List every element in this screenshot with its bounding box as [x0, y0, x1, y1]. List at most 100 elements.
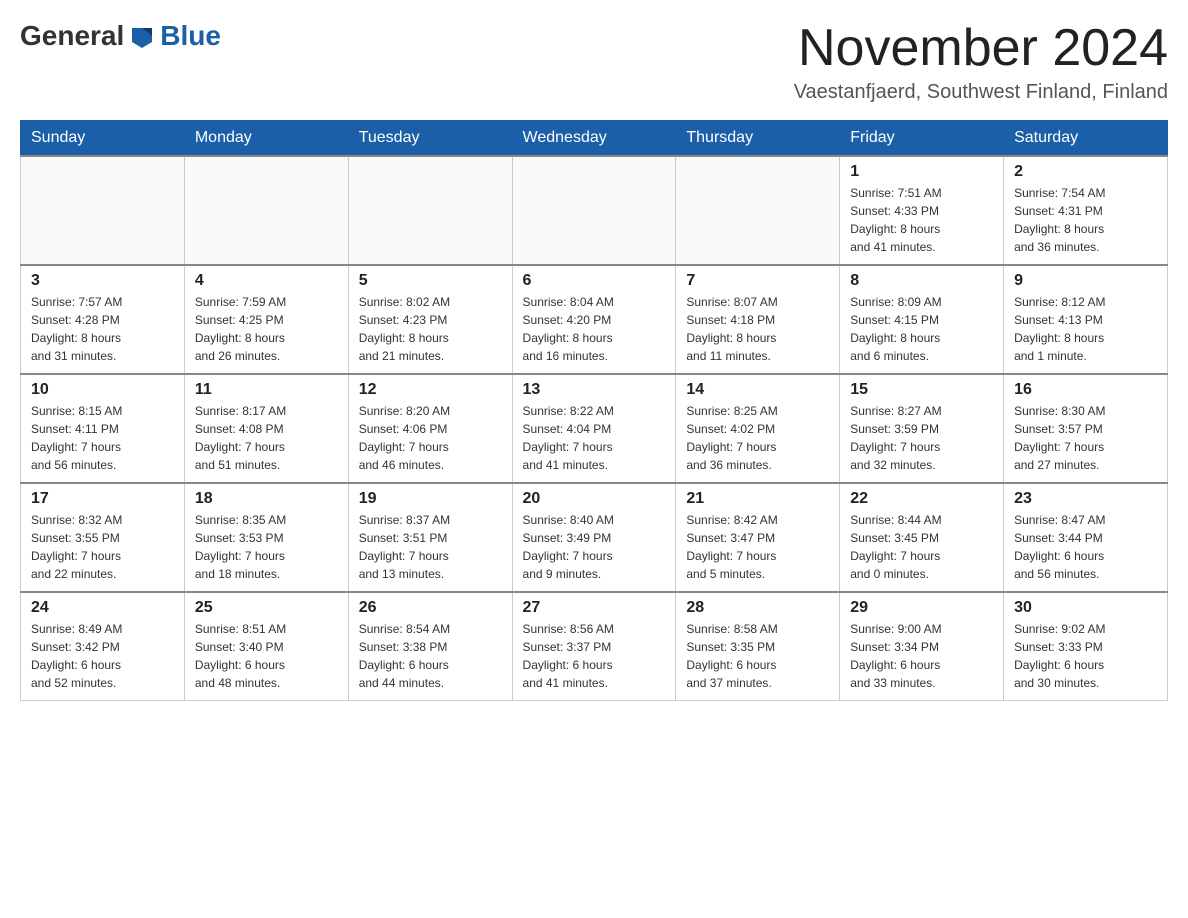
weekday-header-tuesday: Tuesday [348, 121, 512, 157]
day-info: Sunrise: 8:56 AM Sunset: 3:37 PM Dayligh… [523, 620, 666, 692]
calendar-cell: 28Sunrise: 8:58 AM Sunset: 3:35 PM Dayli… [676, 592, 840, 701]
day-info: Sunrise: 8:35 AM Sunset: 3:53 PM Dayligh… [195, 511, 338, 583]
calendar-cell: 5 Sunrise: 8:02 AM Sunset: 4:23 PM Daylig… [348, 265, 512, 374]
calendar-cell: 20 Sunrise: 8:40 AM Sunset: 3:49 PM Dayli… [512, 483, 676, 592]
day-number: 30 [1014, 599, 1157, 617]
day-info: Sunrise: 8:12 AM Sunset: 4:13 PM Dayligh… [1014, 293, 1157, 365]
page-header: General Blue November 2024 Vaestanfjaerd… [20, 20, 1168, 104]
day-number: 28 [686, 599, 829, 617]
calendar-cell: 27 Sunrise: 8:56 AM Sunset: 3:37 PM Dayli… [512, 592, 676, 701]
calendar-cell: 11 Sunrise: 8:17 AM Sunset: 4:08 PM Dayli… [184, 374, 348, 483]
calendar-cell: 16Sunrise: 8:30 AM Sunset: 3:57 PM Dayli… [1004, 374, 1168, 483]
day-number: 6 [523, 272, 666, 290]
day-number: 22 [850, 490, 993, 508]
day-info: Sunrise: 8:51 AM Sunset: 3:40 PM Dayligh… [195, 620, 338, 692]
day-info: Sunrise: 8:09 AM Sunset: 4:15 PM Dayligh… [850, 293, 993, 365]
week-row-3: 10 Sunrise: 8:15 AM Sunset: 4:11 PM Dayli… [21, 374, 1168, 483]
day-info: Sunrise: 8:44 AM Sunset: 3:45 PM Dayligh… [850, 511, 993, 583]
day-info: Sunrise: 8:15 AM Sunset: 4:11 PM Dayligh… [31, 402, 174, 474]
weekday-header-saturday: Saturday [1004, 121, 1168, 157]
day-number: 19 [359, 490, 502, 508]
day-number: 29 [850, 599, 993, 617]
day-number: 21 [686, 490, 829, 508]
calendar-cell: 3 Sunrise: 7:57 AM Sunset: 4:28 PM Daylig… [21, 265, 185, 374]
day-info: Sunrise: 8:54 AM Sunset: 3:38 PM Dayligh… [359, 620, 502, 692]
calendar-cell: 23 Sunrise: 8:47 AM Sunset: 3:44 PM Dayli… [1004, 483, 1168, 592]
day-info: Sunrise: 7:54 AM Sunset: 4:31 PM Dayligh… [1014, 184, 1157, 256]
week-row-4: 17Sunrise: 8:32 AM Sunset: 3:55 PM Dayli… [21, 483, 1168, 592]
day-info: Sunrise: 8:20 AM Sunset: 4:06 PM Dayligh… [359, 402, 502, 474]
calendar-cell: 30 Sunrise: 9:02 AM Sunset: 3:33 PM Dayli… [1004, 592, 1168, 701]
day-number: 13 [523, 381, 666, 399]
week-row-5: 24 Sunrise: 8:49 AM Sunset: 3:42 PM Dayli… [21, 592, 1168, 701]
day-number: 4 [195, 272, 338, 290]
day-info: Sunrise: 7:57 AM Sunset: 4:28 PM Dayligh… [31, 293, 174, 365]
day-info: Sunrise: 8:49 AM Sunset: 3:42 PM Dayligh… [31, 620, 174, 692]
calendar-cell: 17Sunrise: 8:32 AM Sunset: 3:55 PM Dayli… [21, 483, 185, 592]
calendar-table: SundayMondayTuesdayWednesdayThursdayFrid… [20, 120, 1168, 701]
calendar-cell: 8 Sunrise: 8:09 AM Sunset: 4:15 PM Daylig… [840, 265, 1004, 374]
day-number: 25 [195, 599, 338, 617]
day-info: Sunrise: 8:40 AM Sunset: 3:49 PM Dayligh… [523, 511, 666, 583]
calendar-cell: 29 Sunrise: 9:00 AM Sunset: 3:34 PM Dayli… [840, 592, 1004, 701]
calendar-cell [512, 156, 676, 265]
day-info: Sunrise: 8:17 AM Sunset: 4:08 PM Dayligh… [195, 402, 338, 474]
day-info: Sunrise: 9:02 AM Sunset: 3:33 PM Dayligh… [1014, 620, 1157, 692]
weekday-header-row: SundayMondayTuesdayWednesdayThursdayFrid… [21, 121, 1168, 157]
calendar-cell: 12 Sunrise: 8:20 AM Sunset: 4:06 PM Dayli… [348, 374, 512, 483]
calendar-cell: 9 Sunrise: 8:12 AM Sunset: 4:13 PM Daylig… [1004, 265, 1168, 374]
calendar-cell: 14Sunrise: 8:25 AM Sunset: 4:02 PM Dayli… [676, 374, 840, 483]
calendar-cell: 25 Sunrise: 8:51 AM Sunset: 3:40 PM Dayli… [184, 592, 348, 701]
day-number: 3 [31, 272, 174, 290]
logo-blue-text: Blue [160, 20, 221, 52]
day-number: 20 [523, 490, 666, 508]
day-info: Sunrise: 9:00 AM Sunset: 3:34 PM Dayligh… [850, 620, 993, 692]
day-number: 23 [1014, 490, 1157, 508]
calendar-cell: 21Sunrise: 8:42 AM Sunset: 3:47 PM Dayli… [676, 483, 840, 592]
day-info: Sunrise: 8:37 AM Sunset: 3:51 PM Dayligh… [359, 511, 502, 583]
day-info: Sunrise: 7:59 AM Sunset: 4:25 PM Dayligh… [195, 293, 338, 365]
day-info: Sunrise: 8:07 AM Sunset: 4:18 PM Dayligh… [686, 293, 829, 365]
calendar-cell [348, 156, 512, 265]
month-title: November 2024 [794, 20, 1168, 77]
calendar-cell: 26 Sunrise: 8:54 AM Sunset: 3:38 PM Dayli… [348, 592, 512, 701]
day-number: 16 [1014, 381, 1157, 399]
logo-general-text: General [20, 20, 124, 52]
day-number: 24 [31, 599, 174, 617]
day-number: 11 [195, 381, 338, 399]
calendar-cell: 15 Sunrise: 8:27 AM Sunset: 3:59 PM Dayli… [840, 374, 1004, 483]
day-info: Sunrise: 8:02 AM Sunset: 4:23 PM Dayligh… [359, 293, 502, 365]
day-number: 27 [523, 599, 666, 617]
day-number: 18 [195, 490, 338, 508]
day-number: 15 [850, 381, 993, 399]
day-number: 9 [1014, 272, 1157, 290]
day-number: 14 [686, 381, 829, 399]
calendar-cell: 24 Sunrise: 8:49 AM Sunset: 3:42 PM Dayli… [21, 592, 185, 701]
weekday-header-friday: Friday [840, 121, 1004, 157]
location-subtitle: Vaestanfjaerd, Southwest Finland, Finlan… [794, 81, 1168, 104]
day-number: 1 [850, 163, 993, 181]
weekday-header-monday: Monday [184, 121, 348, 157]
weekday-header-thursday: Thursday [676, 121, 840, 157]
week-row-1: 1 Sunrise: 7:51 AM Sunset: 4:33 PM Daylig… [21, 156, 1168, 265]
calendar-cell: 4 Sunrise: 7:59 AM Sunset: 4:25 PM Daylig… [184, 265, 348, 374]
calendar-cell [676, 156, 840, 265]
day-number: 2 [1014, 163, 1157, 181]
calendar-cell: 6Sunrise: 8:04 AM Sunset: 4:20 PM Daylig… [512, 265, 676, 374]
calendar-cell [21, 156, 185, 265]
day-number: 26 [359, 599, 502, 617]
calendar-cell: 22 Sunrise: 8:44 AM Sunset: 3:45 PM Dayli… [840, 483, 1004, 592]
day-info: Sunrise: 7:51 AM Sunset: 4:33 PM Dayligh… [850, 184, 993, 256]
day-info: Sunrise: 8:47 AM Sunset: 3:44 PM Dayligh… [1014, 511, 1157, 583]
day-number: 12 [359, 381, 502, 399]
logo-icon [126, 20, 158, 52]
calendar-cell: 2 Sunrise: 7:54 AM Sunset: 4:31 PM Daylig… [1004, 156, 1168, 265]
day-number: 8 [850, 272, 993, 290]
day-number: 7 [686, 272, 829, 290]
day-number: 5 [359, 272, 502, 290]
week-row-2: 3 Sunrise: 7:57 AM Sunset: 4:28 PM Daylig… [21, 265, 1168, 374]
calendar-cell: 7 Sunrise: 8:07 AM Sunset: 4:18 PM Daylig… [676, 265, 840, 374]
day-info: Sunrise: 8:27 AM Sunset: 3:59 PM Dayligh… [850, 402, 993, 474]
day-number: 10 [31, 381, 174, 399]
title-area: November 2024 Vaestanfjaerd, Southwest F… [794, 20, 1168, 104]
